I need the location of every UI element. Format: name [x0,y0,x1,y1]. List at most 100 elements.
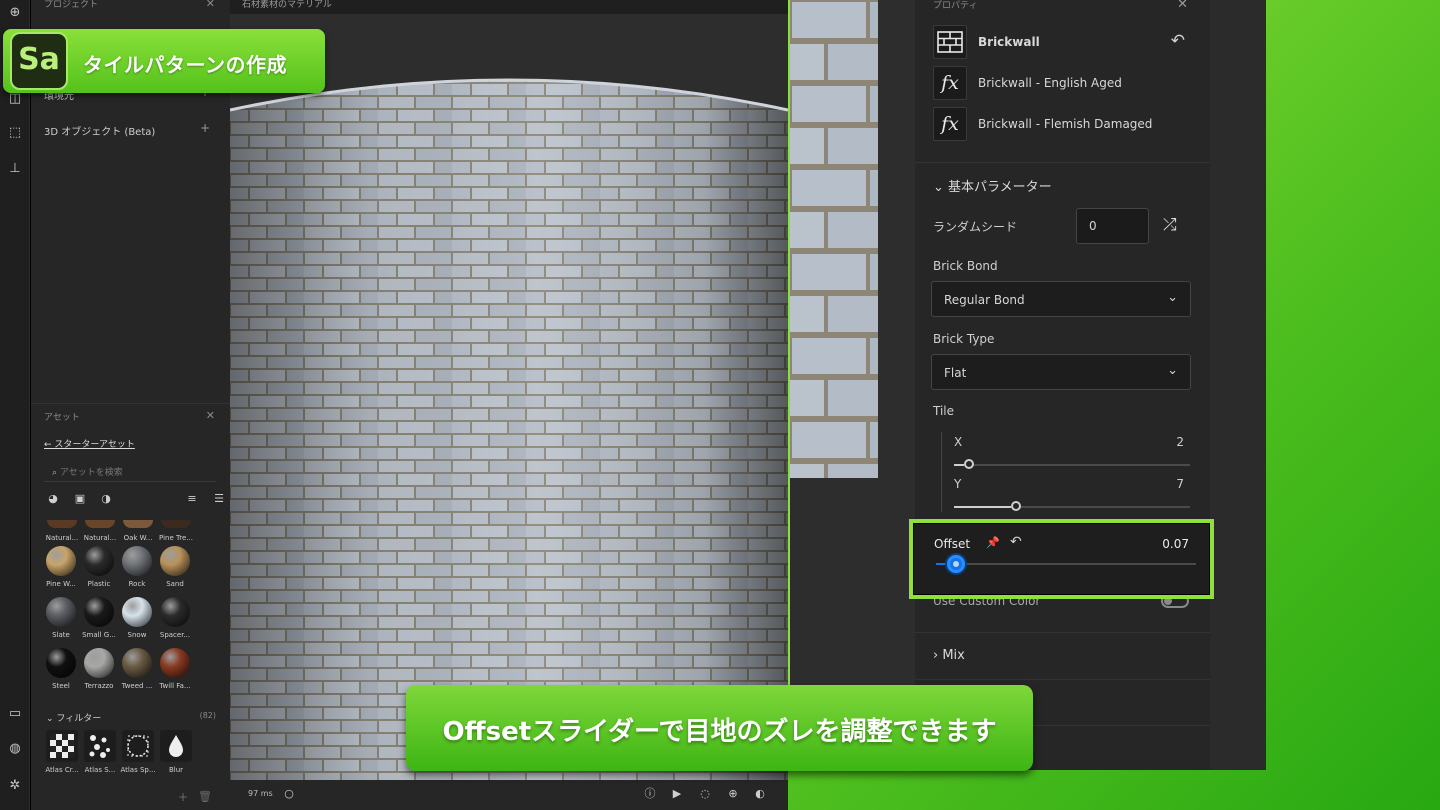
brick-bond-label: Brick Bond [933,259,998,273]
layer-row-english-aged[interactable]: fx Brickwall - English Aged [933,66,1203,100]
asset-item[interactable]: Sand [156,546,194,588]
asset-thumbnail[interactable] [161,520,191,528]
asset-label: Spacer... [159,631,191,639]
tile-x-track[interactable] [954,464,1190,466]
search-placeholder: アセットを検索 [59,468,123,478]
filter-item[interactable]: Blur [157,730,195,774]
asset-item[interactable]: Snow [118,597,156,639]
target-icon[interactable]: ⊕ [726,787,740,801]
stamp-icon[interactable]: ⊥ [6,160,24,178]
asset-thumbnail[interactable] [47,520,77,528]
offset-slider-track[interactable] [936,563,1196,565]
asset-label: Natural... [45,534,79,542]
tile-y-slider-handle[interactable] [1011,501,1021,511]
transform-icon[interactable]: ⬚ [6,124,24,142]
image-icon[interactable]: ▣ [73,492,87,506]
brick-bond-dropdown[interactable]: Regular Bond ⌄ [931,281,1191,317]
filter-item[interactable]: Atlas S... [81,730,119,774]
2d-texture-view[interactable] [788,0,915,770]
trash-icon[interactable]: 🗑 [198,790,212,803]
layer-row-brickwall[interactable]: Brickwall ↶ [933,25,1203,59]
asset-thumbnail [84,546,114,576]
close-assets-icon[interactable]: ✕ [206,409,215,422]
tile-x-label: X [954,435,963,449]
chevron-down-icon: ⌄ [46,714,57,724]
tile-y-label: Y [954,477,962,491]
filter-label: Blur [168,766,184,774]
properties-title: プロパティ [933,1,978,11]
asset-label: Oak W... [123,534,153,542]
asset-item[interactable]: Steel [42,648,80,690]
tile-group-line [941,432,942,512]
close-properties-icon[interactable]: ✕ [1177,0,1188,12]
tile-x-fill [954,464,964,466]
camera-icon[interactable]: ▶ [670,787,684,801]
asset-item[interactable]: Terrazzo [80,648,118,690]
orbit-icon[interactable]: ◌ [698,787,712,801]
starter-assets-label: スターターアセット [54,440,135,450]
close-icon[interactable]: ✕ [206,0,215,10]
asset-item[interactable]: Twill Fa... [156,648,194,690]
asset-search-input[interactable]: ⌕ アセットを検索 [44,460,216,482]
filter-item[interactable]: Atlas Cr... [43,730,81,774]
layer-row-flemish-damaged[interactable]: fx Brickwall - Flemish Damaged [933,107,1203,141]
offset-slider-handle[interactable] [947,555,965,573]
sort-icon[interactable]: ≡ [185,492,199,506]
circle-icon[interactable]: ○ [282,787,296,801]
asset-item[interactable]: Pine W... [42,546,80,588]
asset-thumbnail[interactable] [123,520,153,528]
search-icon: ⌕ [52,468,58,478]
asset-label: Tweed ... [121,682,153,690]
add-object-icon[interactable]: + [200,121,210,135]
screen-icon[interactable]: ▭ [6,705,24,723]
asset-label: Terrazzo [84,682,114,690]
objects-row[interactable]: 3D オブジェクト (Beta) [44,123,155,138]
asset-item[interactable]: Rock [118,546,156,588]
offset-value: 0.07 [1162,537,1189,551]
mix-header[interactable]: › Mix [933,648,965,663]
scatter-icon [84,730,116,762]
asset-item[interactable]: Plastic [80,546,118,588]
chevron-right-icon: › [933,648,943,663]
filters-header[interactable]: ⌄ フィルター [46,711,101,724]
info-icon[interactable]: ⓘ [643,787,657,801]
material-icon[interactable]: ◕ [46,492,60,506]
pin-icon[interactable]: 📌 [986,536,1000,549]
divider [915,679,1210,680]
globe-icon[interactable]: ◍ [6,740,24,758]
asset-thumbnail[interactable] [85,520,115,528]
chevron-down-icon: ⌄ [1167,363,1178,378]
add-icon[interactable]: ⊕ [6,4,24,22]
asset-thumbnail [160,597,190,627]
basic-params-header[interactable]: ⌄ 基本パラメーター [933,176,1052,195]
reset-icon[interactable]: ↶ [1010,534,1022,550]
tile-x-slider-handle[interactable] [964,459,974,469]
asset-item[interactable]: Small G... [80,597,118,639]
render-mode-icon[interactable]: ◐ [753,787,767,801]
viewport-tab[interactable]: 石材素材のマテリアル [230,0,788,14]
asset-thumbnail [122,597,152,627]
shuffle-icon[interactable]: ⤮ [1163,215,1177,235]
caption-banner: Offsetスライダーで目地のズレを調整できます [406,685,1033,771]
undo-icon[interactable]: ↶ [1171,31,1185,51]
filter-item[interactable]: Atlas Sp... [119,730,157,774]
back-arrow-icon: ← [44,440,55,450]
brick-bond-value: Regular Bond [944,293,1025,307]
list-view-icon[interactable]: ☰ [212,492,226,506]
asset-item[interactable]: Slate [42,597,80,639]
mix-label: Mix [942,648,965,663]
banner-title: タイルパターンの作成 [83,53,287,77]
asset-item[interactable]: Tweed ... [118,648,156,690]
add-asset-icon[interactable]: + [178,790,188,804]
asset-label: Snow [127,631,147,639]
asset-item[interactable]: Spacer... [156,597,194,639]
starter-assets-link[interactable]: ← スターターアセット [44,437,135,450]
random-seed-input[interactable]: 0 [1076,208,1149,244]
plugin-icon[interactable]: ✲ [6,777,24,795]
light-icon[interactable]: ◑ [99,492,113,506]
brick-type-dropdown[interactable]: Flat ⌄ [931,354,1191,390]
divider [915,162,1210,163]
fx-icon: fx [933,107,967,141]
tile-label: Tile [933,404,955,418]
asset-thumbnail [160,546,190,576]
